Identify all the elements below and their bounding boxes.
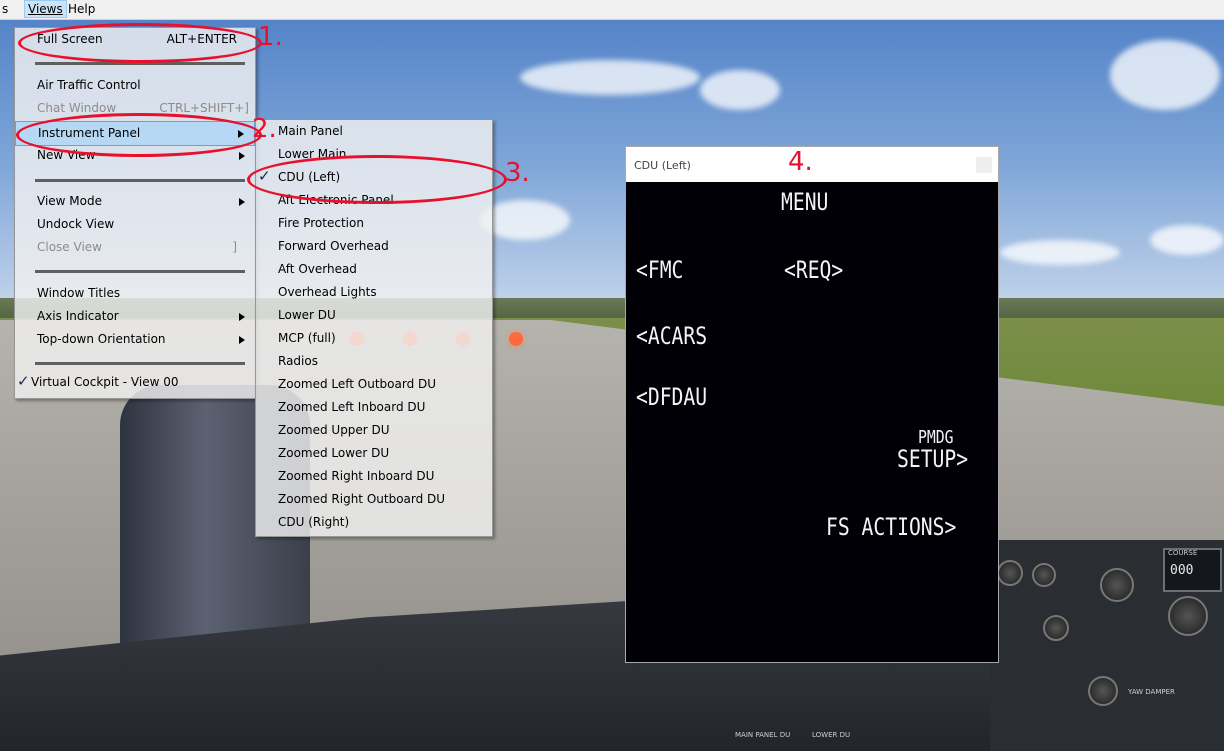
submenu-item[interactable]: Fire Protection: [256, 212, 492, 235]
submenu-item-label: Fire Protection: [278, 216, 364, 230]
submenu-item-label: Radios: [278, 354, 318, 368]
submenu-item[interactable]: Aft Overhead: [256, 258, 492, 281]
submenu-item-label: Main Panel: [278, 124, 343, 138]
menu-separator: [35, 362, 245, 365]
submenu-item-label: Overhead Lights: [278, 285, 377, 299]
menu-separator: [35, 270, 245, 273]
menu-separator: [35, 179, 245, 182]
submenu-arrow-icon: [239, 336, 245, 344]
submenu-item[interactable]: Zoomed Lower DU: [256, 442, 492, 465]
submenu-item-label: Zoomed Upper DU: [278, 423, 390, 437]
submenu-item-label: Lower DU: [278, 308, 336, 322]
submenu-item-label: CDU (Right): [278, 515, 350, 529]
submenu-arrow-icon: [239, 152, 245, 160]
close-icon[interactable]: [976, 157, 992, 173]
submenu-item[interactable]: Zoomed Upper DU: [256, 419, 492, 442]
lower-du-label: LOWER DU: [812, 731, 851, 739]
menu-item-window-titles[interactable]: Window Titles: [15, 282, 255, 305]
panel-knob: [997, 560, 1023, 586]
annotation-number-2: 2.: [252, 114, 277, 144]
menu-help[interactable]: Help: [68, 2, 95, 16]
menu-item-virtual-cockpit[interactable]: ✓ Virtual Cockpit - View 00: [15, 371, 255, 394]
menu-item-axis-indicator[interactable]: Axis Indicator: [15, 305, 255, 328]
cdu-menu-title: MENU: [781, 188, 829, 216]
cloud: [700, 70, 780, 110]
submenu-item[interactable]: Overhead Lights: [256, 281, 492, 304]
cloud: [520, 60, 700, 95]
yaw-damper-label: YAW DAMPER: [1128, 688, 1175, 696]
submenu-item[interactable]: Zoomed Right Inboard DU: [256, 465, 492, 488]
submenu-item[interactable]: Zoomed Left Outboard DU: [256, 373, 492, 396]
cdu-acars-key[interactable]: <ACARS: [636, 322, 707, 350]
menu-item-view-mode[interactable]: View Mode: [15, 190, 255, 213]
submenu-item-label: Zoomed Left Inboard DU: [278, 400, 426, 414]
submenu-item-label: Aft Overhead: [278, 262, 357, 276]
submenu-item[interactable]: CDU (Right): [256, 511, 492, 534]
panel-knob: [1032, 563, 1056, 587]
checkmark-icon: ✓: [17, 372, 30, 390]
panel-knob: [1100, 568, 1134, 602]
menu-prev-item[interactable]: s: [2, 2, 8, 16]
panel-knob: [1088, 676, 1118, 706]
annotation-ring-2: [16, 113, 262, 157]
cloud: [1000, 240, 1120, 265]
cdu-screen: MENU <FMC <REQ> <ACARS <DFDAU PMDG SETUP…: [626, 182, 998, 662]
submenu-item[interactable]: Forward Overhead: [256, 235, 492, 258]
cdu-req-key[interactable]: <REQ>: [784, 256, 843, 284]
annotation-number-1: 1.: [258, 22, 283, 52]
panel-knob: [1168, 596, 1208, 636]
annotation-number-4: 4.: [788, 147, 813, 177]
submenu-item[interactable]: MCP (full): [256, 327, 492, 350]
main-panel-du-label: MAIN PANEL DU: [735, 731, 791, 739]
cdu-window-title: CDU (Left): [634, 159, 691, 172]
submenu-item[interactable]: Lower DU: [256, 304, 492, 327]
submenu-item-label: Zoomed Right Inboard DU: [278, 469, 435, 483]
menu-bar: s Views Help: [0, 0, 1224, 20]
cdu-fmc-key[interactable]: <FMC: [636, 256, 683, 284]
cdu-setup-key[interactable]: SETUP>: [897, 445, 968, 473]
cdu-window[interactable]: CDU (Left) MENU <FMC <REQ> <ACARS <DFDAU…: [625, 146, 999, 663]
annotation-ring-3: [247, 155, 507, 204]
menu-item-top-down-orientation[interactable]: Top-down Orientation: [15, 328, 255, 351]
submenu-item[interactable]: Zoomed Left Inboard DU: [256, 396, 492, 419]
runway-light: [509, 332, 523, 346]
cloud: [1150, 225, 1224, 255]
submenu-arrow-icon: [239, 313, 245, 321]
submenu-item[interactable]: Zoomed Right Outboard DU: [256, 488, 492, 511]
annotation-ring-1: [18, 23, 262, 63]
menu-item-close-view[interactable]: Close View ]: [15, 236, 255, 259]
submenu-item-label: Zoomed Left Outboard DU: [278, 377, 437, 391]
course-label: COURSE: [1168, 549, 1198, 557]
annotation-number-3: 3.: [505, 158, 530, 188]
menu-item-undock-view[interactable]: Undock View: [15, 213, 255, 236]
submenu-item[interactable]: Radios: [256, 350, 492, 373]
cloud: [1110, 40, 1220, 110]
views-menu: Full Screen ALT+ENTER Air Traffic Contro…: [14, 27, 256, 399]
course-value: 000: [1170, 563, 1194, 578]
menu-views[interactable]: Views: [24, 0, 67, 18]
cdu-dfdau-key[interactable]: <DFDAU: [636, 383, 707, 411]
submenu-item-label: Zoomed Right Outboard DU: [278, 492, 446, 506]
submenu-item-label: Zoomed Lower DU: [278, 446, 390, 460]
submenu-item-label: MCP (full): [278, 331, 336, 345]
submenu-arrow-icon: [239, 198, 245, 206]
submenu-item[interactable]: Main Panel: [256, 120, 492, 143]
cloud: [480, 200, 570, 240]
menu-item-air-traffic-control[interactable]: Air Traffic Control: [15, 74, 255, 97]
cdu-fs-actions-key[interactable]: FS ACTIONS>: [826, 513, 956, 541]
submenu-item-label: Forward Overhead: [278, 239, 389, 253]
panel-knob: [1043, 615, 1069, 641]
